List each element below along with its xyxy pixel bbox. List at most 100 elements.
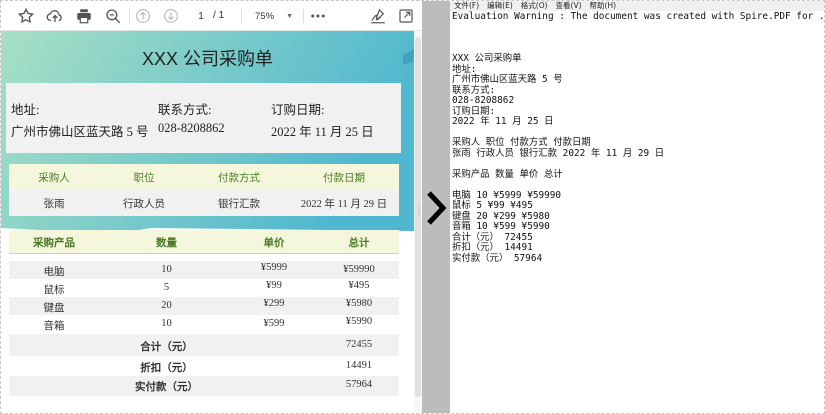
item-cell: ¥5980: [345, 298, 373, 309]
contact-value: 028-8208862: [158, 121, 225, 135]
upload-cloud-icon[interactable]: [44, 5, 66, 27]
item-cell: 音箱: [43, 321, 65, 332]
menu-format[interactable]: 格式(O): [521, 1, 548, 11]
item-row: 键盘 20 ¥299 ¥5980: [9, 297, 399, 315]
item-cell: ¥5990: [345, 316, 373, 327]
text-line: 广州市佛山区蓝天路 5 号: [452, 74, 563, 85]
paid-value: 57964: [345, 379, 373, 390]
more-options-icon[interactable]: [307, 5, 329, 27]
text-line: [452, 180, 824, 191]
item-cell: 电脑: [43, 267, 65, 278]
discount-value: 14491: [345, 360, 373, 371]
item-header-cell: 采购产品: [33, 238, 75, 249]
item-header-cell: 单价: [263, 238, 285, 249]
menu-view[interactable]: 查看(V): [556, 1, 582, 11]
text-line: 鼠标 5 ¥99 ¥495: [452, 200, 533, 211]
pdf-toolbar: / 1 75% ▼: [1, 1, 422, 31]
text-line: [452, 33, 824, 44]
text-line: 实付款（元） 57964: [452, 252, 543, 264]
item-cell: 鼠标: [43, 285, 65, 296]
item-row: 鼠标 5 ¥99 ¥495: [9, 279, 399, 297]
buyer-header-cell: 付款方式: [218, 173, 260, 184]
menu-file[interactable]: 文件(F): [454, 1, 479, 11]
menu-edit[interactable]: 编辑(E): [487, 1, 513, 11]
item-row: 音箱 10 ¥599 ¥5990: [9, 315, 399, 333]
item-cell: ¥599: [263, 318, 285, 329]
invoice-title: XXX 公司采购单: [141, 49, 274, 69]
total-value: 72455: [345, 339, 373, 350]
toolbar-divider: [241, 9, 242, 23]
item-header-row: 采购产品 数量 单价 总计: [9, 230, 399, 254]
discount-row: 折扣（元） 14491: [9, 356, 399, 376]
address-value: 广州市佛山区蓝天路 5 号: [11, 125, 149, 139]
text-line: 采购人 职位 付款方式 付款日期: [452, 137, 591, 148]
buyer-header-row: 采购人 职位 付款方式 付款日期: [9, 164, 399, 190]
buyer-data-cell: 张雨: [43, 199, 65, 210]
pdf-page: XXX 公司采购单 地址: 广州市佛山区蓝天路 5 号 联系方式: 028-82…: [1, 31, 414, 413]
zoom-value: 75%: [255, 10, 275, 22]
item-cell: ¥5999: [260, 262, 288, 273]
scrollbar-thumb[interactable]: [415, 37, 421, 397]
page-total: / 1: [213, 10, 225, 21]
buyer-data-cell: 银行汇款: [218, 199, 260, 210]
buyer-header-cell: 职位: [133, 173, 155, 184]
toolbar-divider: [303, 9, 304, 23]
text-editor: 文件(F) 编辑(E) 格式(O) 查看(V) 帮助(H) Evaluation…: [450, 1, 824, 413]
buyer-header-cell: 付款日期: [323, 173, 365, 184]
buyer-data-row: 张雨 行政人员 银行汇款 2022 年 11 月 29 日: [9, 190, 399, 216]
item-cell: 键盘: [43, 303, 65, 314]
discount-label: 折扣（元）: [140, 363, 193, 374]
buyer-data-cell: 2022 年 11 月 29 日: [300, 199, 388, 210]
buyer-data-cell: 行政人员: [123, 199, 165, 210]
info-box: 地址: 广州市佛山区蓝天路 5 号 联系方式: 028-8208862 订购日期…: [6, 83, 401, 153]
item-cell: ¥299: [263, 298, 285, 309]
text-line: 音箱 10 ¥599 ¥5990: [452, 221, 550, 232]
paid-label: 实付款（元）: [135, 382, 198, 393]
text-line: 折扣（元） 14491: [452, 242, 533, 253]
text-line: 028-8208862: [452, 95, 515, 106]
previous-page-icon[interactable]: [132, 5, 154, 27]
order-date-label: 订购日期:: [271, 103, 325, 117]
text-line: 张雨 行政人员 银行汇款 2022 年 11 月 29 日: [452, 147, 665, 159]
page-number-input[interactable]: [188, 7, 214, 25]
item-cell: 10: [161, 264, 172, 275]
next-page-icon[interactable]: [160, 5, 182, 27]
text-line: [452, 23, 824, 34]
item-cell: ¥59990: [343, 264, 375, 275]
zoom-select[interactable]: 75% ▼: [249, 6, 297, 26]
text-line: [452, 159, 824, 170]
zoom-out-icon[interactable]: [102, 5, 124, 27]
item-cell: 5: [163, 282, 170, 293]
paid-row: 实付款（元） 57964: [9, 376, 399, 396]
buyer-header-cell: 采购人: [38, 173, 70, 184]
total-label: 合计（元）: [140, 342, 193, 353]
invoice-document: XXX 公司采购单 地址: 广州市佛山区蓝天路 5 号 联系方式: 028-82…: [1, 31, 414, 413]
menu-help[interactable]: 帮助(H): [590, 1, 617, 11]
contact-label: 联系方式:: [158, 103, 212, 117]
item-cell: ¥495: [348, 280, 370, 291]
expand-icon[interactable]: [395, 5, 417, 27]
text-line: 采购产品 数量 单价 总计: [452, 168, 563, 180]
order-date-value: 2022 年 11 月 25 日: [271, 125, 374, 139]
text-line: 2022 年 11 月 25 日: [452, 116, 554, 127]
item-header-cell: 总计: [348, 238, 370, 249]
item-cell: 10: [161, 318, 172, 329]
item-cell: ¥99: [266, 280, 282, 291]
item-header-cell: 数量: [156, 238, 177, 249]
sign-edit-icon[interactable]: [367, 5, 389, 27]
print-icon[interactable]: [73, 5, 95, 27]
editor-text-area[interactable]: Evaluation Warning : The document was cr…: [452, 11, 824, 264]
chevron-down-icon: ▼: [286, 12, 293, 20]
text-line: XXX 公司采购单: [452, 53, 522, 64]
pdf-viewer: / 1 75% ▼: [1, 1, 422, 413]
chevron-right-icon: [427, 191, 447, 225]
text-line: Evaluation Warning : The document was cr…: [452, 11, 824, 22]
toolbar-divider: [129, 9, 130, 23]
splitter-grip-icon[interactable]: ⋮: [415, 206, 423, 215]
vertical-scrollbar[interactable]: [414, 31, 422, 413]
menu-bar: 文件(F) 编辑(E) 格式(O) 查看(V) 帮助(H): [450, 1, 824, 11]
total-row: 合计（元） 72455: [9, 334, 399, 356]
item-row: 电脑 10 ¥5999 ¥59990: [9, 261, 399, 279]
item-cell: 20: [161, 300, 172, 311]
star-icon[interactable]: [15, 5, 37, 27]
